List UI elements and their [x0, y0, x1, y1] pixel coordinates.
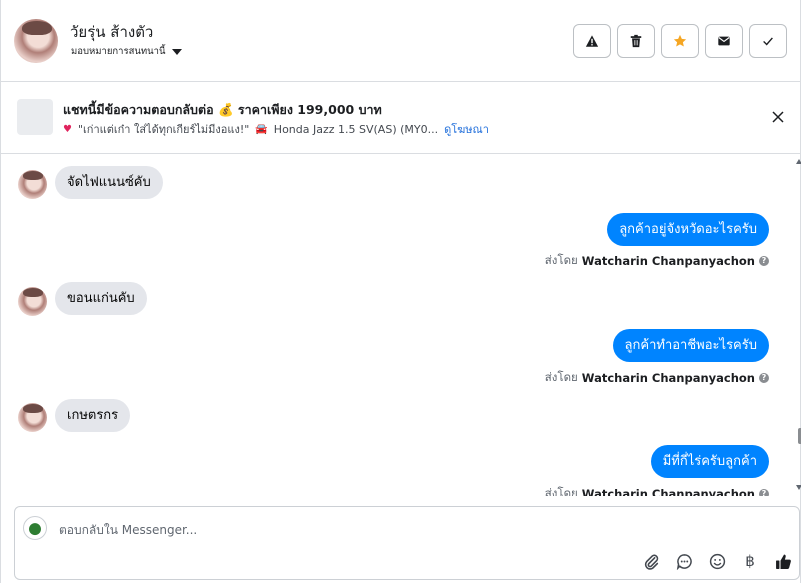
sender-name[interactable]: Watcharin Chanpanyachon [582, 487, 755, 496]
attach-button[interactable] [641, 551, 661, 571]
sent-by-line: ส่งโดย Watcharin Chanpanyachon ? [545, 369, 769, 387]
scroll-up-arrow-icon[interactable] [796, 159, 801, 164]
emoji-icon [709, 553, 725, 569]
saved-reply-icon [676, 553, 692, 570]
sent-by-line: ส่งโดย Watcharin Chanpanyachon ? [545, 252, 769, 270]
payment-icon: ฿ [745, 552, 755, 570]
message-thread[interactable]: จัดไฟแนนซ์คับ ลูกค้าอยู่จังหวัดอะไรครับ … [1, 155, 795, 496]
help-icon[interactable]: ? [759, 256, 769, 266]
check-icon [763, 37, 773, 46]
star-icon [673, 34, 687, 47]
message-composer: ฿ [14, 506, 800, 580]
heart-icon: ♥ [63, 123, 72, 135]
like-icon [775, 554, 791, 569]
trash-icon [630, 34, 642, 48]
payment-button[interactable]: ฿ [740, 551, 760, 571]
thread-scrollbar[interactable] [796, 155, 801, 496]
ad-subtitle: ♥ "เก่าแต่เก๋า ใส่ได้ทุกเกียร์ไม่มีงอแง!… [63, 120, 489, 138]
composer-tools: ฿ [641, 551, 793, 571]
contact-avatar[interactable] [14, 19, 58, 63]
ad-title: แชทนี้มีข้อความตอบกลับต่อ 💰 ราคาเพียง 19… [63, 102, 382, 117]
contact-avatar-small [18, 287, 47, 316]
outgoing-message[interactable]: ลูกค้าทำอาชีพอะไรครับ [612, 329, 769, 362]
ad-context-banner: แชทนี้มีข้อความตอบกลับต่อ 💰 ราคาเพียง 19… [1, 82, 801, 154]
ad-thumbnail[interactable] [17, 99, 53, 135]
sent-by-label: ส่งโดย [544, 370, 578, 384]
mark-done-button[interactable] [749, 24, 787, 58]
emoji-button[interactable] [707, 551, 727, 571]
help-icon[interactable]: ? [759, 489, 769, 496]
outgoing-message[interactable]: ลูกค้าอยู่จังหวัดอะไรครับ [607, 213, 769, 246]
conversation-header: วัยรุ่น ส้างตัว มอบหมายการสนทนานี้ [1, 0, 801, 82]
incoming-message[interactable]: ขอนแก่นคับ [55, 282, 147, 315]
contact-avatar-small [18, 403, 47, 432]
close-ad-banner-button[interactable] [769, 108, 787, 126]
mark-spam-button[interactable] [573, 24, 611, 58]
warning-icon [585, 35, 599, 47]
car-icon: 🚘 [255, 123, 268, 135]
sender-name[interactable]: Watcharin Chanpanyachon [582, 254, 755, 268]
star-button[interactable] [661, 24, 699, 58]
incoming-message[interactable]: เกษตรกร [55, 399, 131, 432]
scroll-down-arrow-icon[interactable] [796, 485, 801, 490]
envelope-icon [718, 36, 730, 46]
help-icon[interactable]: ? [759, 373, 769, 383]
like-button[interactable] [773, 551, 793, 571]
ad-tagline: "เก่าแต่เก๋า ใส่ได้ทุกเกียร์ไม่มีงอแง!" [77, 123, 250, 136]
page-logo-avatar [23, 516, 47, 540]
contact-name[interactable]: วัยรุ่น ส้างตัว [70, 20, 153, 44]
chevron-down-icon [171, 48, 182, 55]
sent-by-label: ส่งโดย [544, 486, 578, 496]
ad-car-text: Honda Jazz 1.5 SV(AS) (MY0... [273, 122, 439, 136]
close-icon [772, 111, 784, 123]
mark-unread-button[interactable] [705, 24, 743, 58]
assign-conversation-dropdown[interactable]: มอบหมายการสนทนานี้ [71, 44, 182, 59]
attachment-icon [644, 554, 658, 570]
delete-button[interactable] [617, 24, 655, 58]
assign-label: มอบหมายการสนทนานี้ [71, 46, 166, 57]
inbox-conversation-panel: วัยรุ่น ส้างตัว มอบหมายการสนทนานี้ แชทนี… [0, 0, 801, 583]
incoming-message[interactable]: จัดไฟแนนซ์คับ [55, 166, 163, 199]
sent-by-line: ส่งโดย Watcharin Chanpanyachon ? [545, 485, 769, 496]
contact-avatar-small [18, 170, 47, 199]
reply-input[interactable] [59, 521, 619, 539]
saved-replies-button[interactable] [674, 551, 694, 571]
sent-by-label: ส่งโดย [544, 253, 578, 267]
outgoing-message[interactable]: มีที่กี่ไร่ครับลูกค้า [650, 445, 769, 478]
header-actions [573, 24, 787, 58]
view-ad-link[interactable]: ดูโฆษณา [444, 120, 489, 138]
sender-name[interactable]: Watcharin Chanpanyachon [582, 371, 755, 385]
